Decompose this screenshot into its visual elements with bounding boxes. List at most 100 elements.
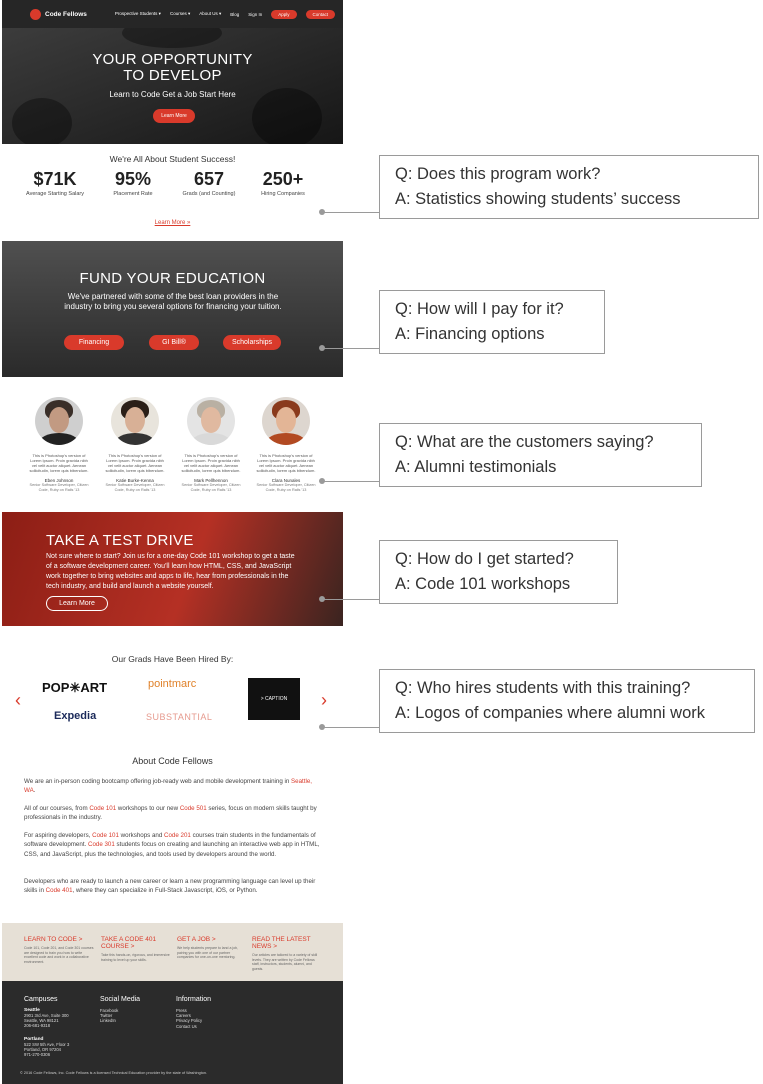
address-line: 206-681-9318: [24, 1023, 51, 1029]
footer-information: Information Press Careers Privacy Policy…: [176, 996, 211, 1029]
code-201-link[interactable]: Code 201: [164, 832, 191, 839]
code-101-link[interactable]: Code 101: [89, 805, 116, 812]
fund-body: We've partnered with some of the best lo…: [64, 292, 282, 311]
avatar-face: [201, 407, 221, 433]
stat-placement: 95% Placement Rate: [98, 169, 168, 198]
testimonials-section: This is Photoshop's version of Lorem Ips…: [2, 377, 343, 512]
avatar-shirt: [115, 433, 155, 445]
testimonial-quote: This is Photoshop's version of Lorem Ips…: [256, 453, 316, 473]
avatar-shirt: [266, 433, 306, 445]
fund-section: FUND YOUR EDUCATION We've partnered with…: [2, 241, 343, 377]
top-nav: Code Fellows Prospective Students ▾ Cour…: [2, 0, 343, 28]
brand-logo[interactable]: Code Fellows: [30, 8, 87, 20]
promo-strip: LEARN TO CODE > Code 101, Code 201, and …: [2, 923, 343, 981]
connector-line: [322, 212, 379, 213]
footer-heading: Campuses: [24, 996, 58, 1003]
promo-latest-news[interactable]: READ THE LATEST NEWS > Our articles are …: [252, 936, 322, 971]
testimonial-quote: This is Photoshop's version of Lorem Ips…: [181, 453, 241, 473]
hero-title-line2: TO DEVELOP: [123, 67, 222, 84]
code-401-link[interactable]: Code 401: [46, 887, 73, 894]
hero-title-line1: YOUR OPPORTUNITY: [92, 51, 253, 68]
avatar-face: [49, 407, 69, 433]
stat-label: Hiring Companies: [261, 191, 305, 197]
nav-link-about[interactable]: About Us ▾: [199, 11, 221, 17]
scholarships-button[interactable]: Scholarships: [223, 335, 281, 350]
footer-link-contact[interactable]: Contact Us: [176, 1024, 211, 1029]
stat-label: Grads (and Counting): [182, 191, 236, 197]
hired-by-section: Our Grads Have Been Hired By: ‹ › POP✳AR…: [2, 626, 343, 746]
fund-title: FUND YOUR EDUCATION: [79, 270, 266, 287]
about-text: workshops to our new: [116, 805, 180, 812]
hired-by-title: Our Grads Have Been Hired By:: [111, 654, 234, 664]
about-paragraph-4: Developers who are ready to launch a new…: [24, 877, 324, 896]
nav-link-courses[interactable]: Courses ▾: [170, 11, 190, 17]
connector-dot: [319, 724, 325, 730]
apply-button[interactable]: Apply: [271, 9, 297, 19]
about-paragraph-1: We are an in-person coding bootcamp offe…: [24, 777, 324, 796]
logo-expedia: Expedia: [54, 710, 97, 722]
carousel-prev-arrow-icon[interactable]: ‹: [15, 690, 21, 711]
annotation-answer: A: Logos of companies where alumni work: [395, 704, 705, 722]
code-301-link[interactable]: Code 301: [88, 841, 115, 848]
footer-link-linkedin[interactable]: LinkedIn: [100, 1018, 140, 1023]
annotation-answer: A: Code 101 workshops: [395, 575, 571, 593]
promo-heading[interactable]: TAKE A CODE 401 COURSE >: [101, 936, 171, 950]
test-drive-title: TAKE A TEST DRIVE: [46, 532, 194, 549]
contact-button[interactable]: Contact: [305, 9, 336, 19]
connector-dot: [319, 209, 325, 215]
financing-button[interactable]: Financing: [64, 335, 124, 350]
stat-salary: $71K Average Starting Salary: [20, 169, 90, 198]
annotation-question: Q: What are the customers saying?: [395, 433, 654, 451]
stat-grads: 657 Grads (and Counting): [174, 169, 244, 198]
code-501-link[interactable]: Code 501: [180, 805, 207, 812]
annotation-box: Q: How will I pay for it? A: Financing o…: [379, 290, 605, 354]
testimonial-title: Senior Software Developer, Citizen Code,…: [256, 483, 316, 492]
about-text: , where they can specialize in Full-Stac…: [72, 887, 258, 895]
nav-link-blog[interactable]: Blog: [230, 12, 239, 17]
nav-link-signin[interactable]: Sign In: [248, 12, 262, 17]
promo-learn-to-code[interactable]: LEARN TO CODE > Code 101, Code 201, and …: [24, 936, 94, 964]
hero-subtitle: Learn to Code Get a Job Start Here: [109, 90, 236, 99]
about-section: About Code Fellows We are an in-person c…: [2, 746, 343, 923]
annotation-box: Q: What are the customers saying? A: Alu…: [379, 423, 702, 487]
promo-heading[interactable]: GET A JOB >: [177, 936, 247, 943]
hero-photo-shape: [12, 98, 72, 144]
annotation-question: Q: Does this program work?: [395, 165, 601, 183]
avatar: [35, 397, 83, 445]
about-title: About Code Fellows: [132, 756, 213, 766]
logo-popart: POP✳ART: [42, 680, 108, 695]
carousel-next-arrow-icon[interactable]: ›: [321, 690, 327, 711]
promo-body: Our articles are tailored to a variety o…: [252, 953, 318, 971]
avatar: [111, 397, 159, 445]
connector-line: [322, 348, 379, 349]
footer-heading: Information: [176, 996, 212, 1003]
hero-learn-more-button[interactable]: Learn More: [153, 109, 195, 123]
annotation-question: Q: How will I pay for it?: [395, 300, 564, 318]
testimonial-card: This is Photoshop's version of Lorem Ips…: [28, 397, 90, 492]
gi-bill-button[interactable]: GI Bill®: [149, 335, 199, 350]
stat-label: Average Starting Salary: [26, 191, 84, 197]
footer-campuses: Campuses Seattle 2901 3rd Ave, Suite 300…: [24, 996, 69, 1057]
promo-body: Take this hands-on, rigorous, and immers…: [101, 953, 170, 962]
about-paragraph-2: All of our courses, from Code 101 worksh…: [24, 804, 324, 823]
code-101-link[interactable]: Code 101: [92, 832, 119, 839]
hero-photo-shape: [122, 28, 222, 48]
promo-code-401[interactable]: TAKE A CODE 401 COURSE > Take this hands…: [101, 936, 171, 962]
testimonial-card: This is Photoshop's version of Lorem Ips…: [180, 397, 242, 492]
promo-get-a-job[interactable]: GET A JOB > We help students prepare to …: [177, 936, 247, 960]
testimonial-title: Senior Software Developer, Citizen Code,…: [105, 483, 165, 492]
brand-mark-icon: [30, 8, 41, 20]
about-text: .: [33, 787, 36, 795]
promo-heading[interactable]: READ THE LATEST NEWS >: [252, 936, 322, 950]
promo-body: We help students prepare to land a job, …: [177, 946, 239, 959]
connector-line: [322, 481, 379, 482]
about-text: We are an in-person coding bootcamp offe…: [24, 778, 292, 785]
stat-value: 250+: [262, 169, 304, 189]
promo-heading[interactable]: LEARN TO CODE >: [24, 936, 94, 943]
test-drive-learn-more-button[interactable]: Learn More: [46, 596, 108, 611]
footer-heading: Social Media: [100, 996, 141, 1003]
nav-link-prospective[interactable]: Prospective Students ▾: [115, 11, 161, 17]
about-text: All of our courses, from: [24, 805, 90, 812]
stats-learn-more-link[interactable]: Learn More »: [2, 220, 343, 226]
footer-copyright: © 2016 Code Fellows, Inc. Code Fellows i…: [20, 1071, 208, 1075]
